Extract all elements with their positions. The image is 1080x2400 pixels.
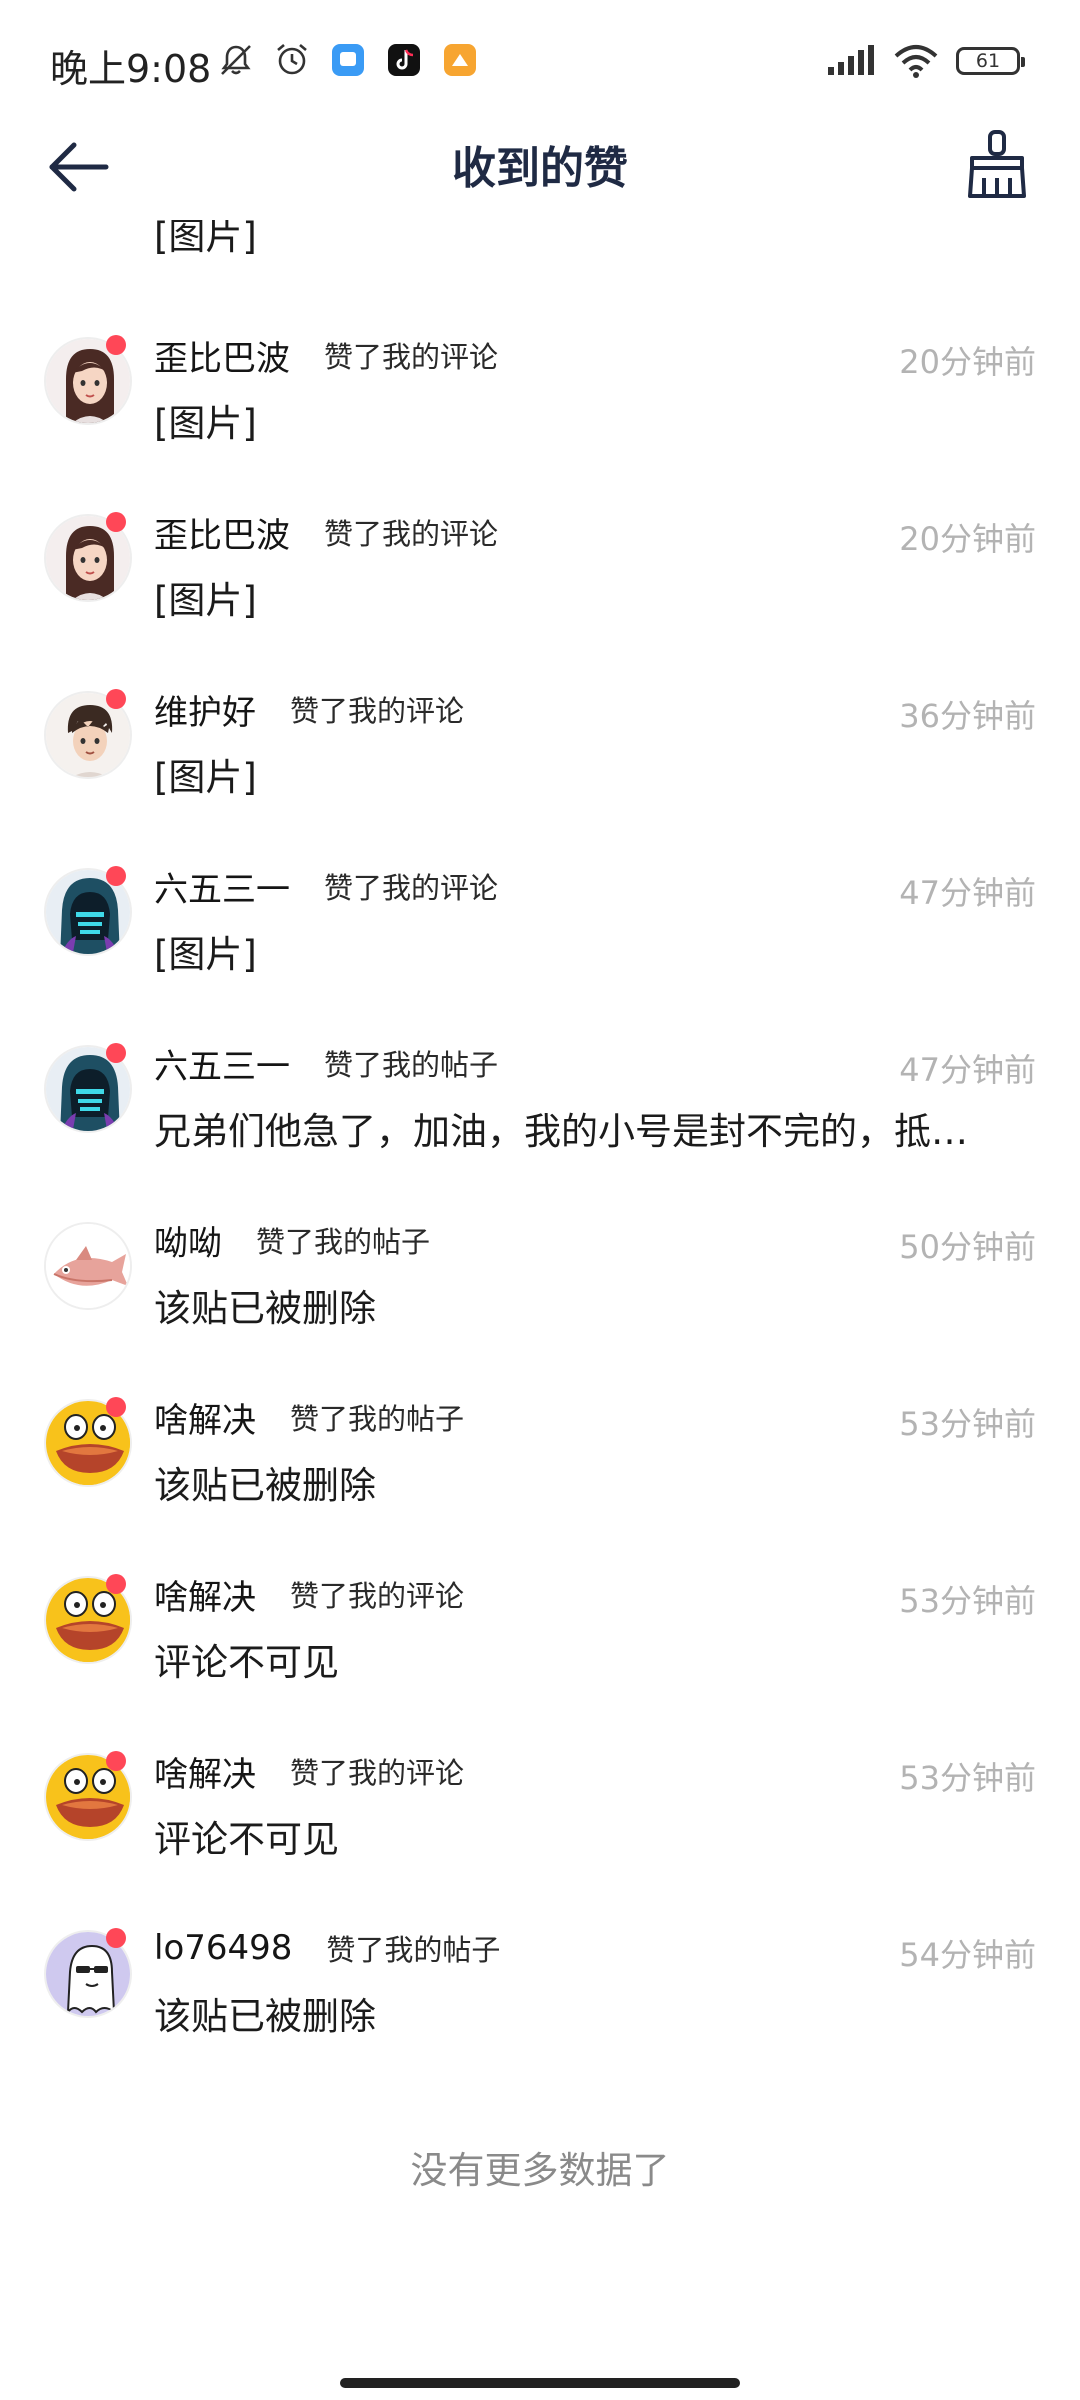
unread-dot — [106, 335, 126, 355]
list-item[interactable]: 呦呦 赞了我的帖子 50分钟前 该贴已被删除 — [0, 1212, 1080, 1389]
item-header: 歪比巴波 赞了我的评论 — [154, 508, 498, 556]
action-text: 赞了我的评论 — [290, 1579, 465, 1613]
username[interactable]: 歪比巴波 — [154, 331, 290, 380]
unread-dot — [106, 689, 126, 709]
item-header: 呦呦 赞了我的帖子 — [154, 1216, 430, 1264]
username[interactable]: 六五三一 — [154, 1039, 290, 1088]
battery-level: 61 — [975, 50, 1001, 72]
unread-dot — [106, 1397, 126, 1417]
battery-icon: 61 — [956, 47, 1025, 75]
username[interactable]: 啥解决 — [154, 1570, 256, 1619]
action-text: 赞了我的评论 — [324, 340, 499, 374]
item-content: [图片] — [154, 579, 257, 622]
unread-dot — [106, 1043, 126, 1063]
status-icons-left — [218, 42, 478, 78]
no-more-data-text: 没有更多数据了 — [410, 2149, 670, 2192]
avatar[interactable] — [44, 1222, 132, 1310]
action-text: 赞了我的评论 — [324, 871, 499, 905]
timestamp: 36分钟前 — [899, 697, 1036, 735]
item-content: 该贴已被删除 — [154, 1287, 376, 1330]
timestamp: 53分钟前 — [899, 1582, 1036, 1620]
username[interactable]: 呦呦 — [154, 1216, 222, 1265]
status-icons-right: 61 — [826, 44, 1025, 78]
page-title: 收到的赞 — [452, 143, 628, 194]
list-item[interactable]: 六五三一 赞了我的评论 47分钟前 [图片] — [0, 858, 1080, 1035]
item-header: 六五三一 赞了我的帖子 — [154, 1039, 498, 1087]
item-content: 评论不可见 — [154, 1818, 339, 1861]
list-item[interactable]: 歪比巴波 赞了我的评论 20分钟前 [图片] — [0, 504, 1080, 681]
username[interactable]: lo76498 — [154, 1928, 292, 1968]
mute-icon — [221, 45, 251, 75]
item-content: [图片] — [154, 756, 257, 799]
item-content: 该贴已被删除 — [154, 1464, 376, 1507]
action-text: 赞了我的帖子 — [290, 1402, 465, 1436]
unread-dot — [106, 1574, 126, 1594]
broom-icon[interactable] — [964, 128, 1030, 200]
app-blue-icon — [332, 44, 364, 76]
timestamp: 54分钟前 — [899, 1936, 1036, 1974]
timestamp: 47分钟前 — [899, 1051, 1036, 1089]
timestamp: 20分钟前 — [899, 343, 1036, 381]
list-item[interactable]: 啥解决 赞了我的帖子 53分钟前 该贴已被删除 — [0, 1389, 1080, 1566]
item-content: 兄弟们他急了，加油，我的小号是封不完的，抵… — [154, 1110, 968, 1153]
unread-dot — [106, 512, 126, 532]
username[interactable]: 啥解决 — [154, 1393, 256, 1442]
timestamp: 50分钟前 — [899, 1228, 1036, 1266]
action-text: 赞了我的评论 — [290, 694, 465, 728]
username[interactable]: 啥解决 — [154, 1747, 256, 1796]
item-header: 维护好 赞了我的评论 — [154, 685, 464, 733]
action-text: 赞了我的帖子 — [324, 1048, 499, 1082]
item-content: 评论不可见 — [154, 1641, 339, 1684]
signal-icon — [828, 45, 874, 75]
timestamp: 53分钟前 — [899, 1405, 1036, 1443]
item-header: 歪比巴波 赞了我的评论 — [154, 331, 498, 379]
tiktok-icon — [388, 44, 420, 76]
timestamp: 53分钟前 — [899, 1759, 1036, 1797]
wifi-icon — [894, 45, 938, 78]
action-text: 赞了我的帖子 — [256, 1225, 431, 1259]
item-header: 啥解决 赞了我的帖子 — [154, 1393, 464, 1441]
username[interactable]: 歪比巴波 — [154, 508, 290, 557]
header: 收到的赞 — [0, 110, 1080, 220]
timestamp: 20分钟前 — [899, 520, 1036, 558]
item-header: 啥解决 赞了我的评论 — [154, 1570, 464, 1618]
status-time: 晚上9:08 — [50, 47, 212, 91]
username[interactable]: 六五三一 — [154, 862, 290, 911]
timestamp: 47分钟前 — [899, 874, 1036, 912]
item-header: 啥解决 赞了我的评论 — [154, 1747, 464, 1795]
username[interactable]: 维护好 — [154, 685, 256, 734]
list-item[interactable]: 六五三一 赞了我的帖子 47分钟前 兄弟们他急了，加油，我的小号是封不完的，抵… — [0, 1035, 1080, 1212]
alarm-icon — [277, 44, 307, 75]
unread-dot — [106, 866, 126, 886]
app-orange-icon — [444, 44, 476, 76]
action-text: 赞了我的评论 — [290, 1756, 465, 1790]
item-content: [图片] — [154, 933, 257, 976]
home-indicator[interactable] — [340, 2378, 740, 2388]
item-content: 该贴已被删除 — [154, 1995, 376, 2038]
unread-dot — [106, 1928, 126, 1948]
list-item[interactable]: 啥解决 赞了我的评论 53分钟前 评论不可见 — [0, 1566, 1080, 1743]
list-item[interactable]: 维护好 赞了我的评论 36分钟前 [图片] — [0, 681, 1080, 858]
item-content: [图片] — [154, 402, 257, 445]
action-text: 赞了我的评论 — [324, 517, 499, 551]
item-header: lo76498 赞了我的帖子 — [154, 1924, 500, 1972]
list-item[interactable]: 啥解决 赞了我的评论 53分钟前 评论不可见 — [0, 1743, 1080, 1920]
list-item[interactable]: lo76498 赞了我的帖子 54分钟前 该贴已被删除 — [0, 1920, 1080, 2097]
list-item[interactable]: 歪比巴波 赞了我的评论 20分钟前 [图片] — [0, 327, 1080, 504]
action-text: 赞了我的帖子 — [326, 1933, 501, 1967]
unread-dot — [106, 1751, 126, 1771]
item-header: 六五三一 赞了我的评论 — [154, 862, 498, 910]
